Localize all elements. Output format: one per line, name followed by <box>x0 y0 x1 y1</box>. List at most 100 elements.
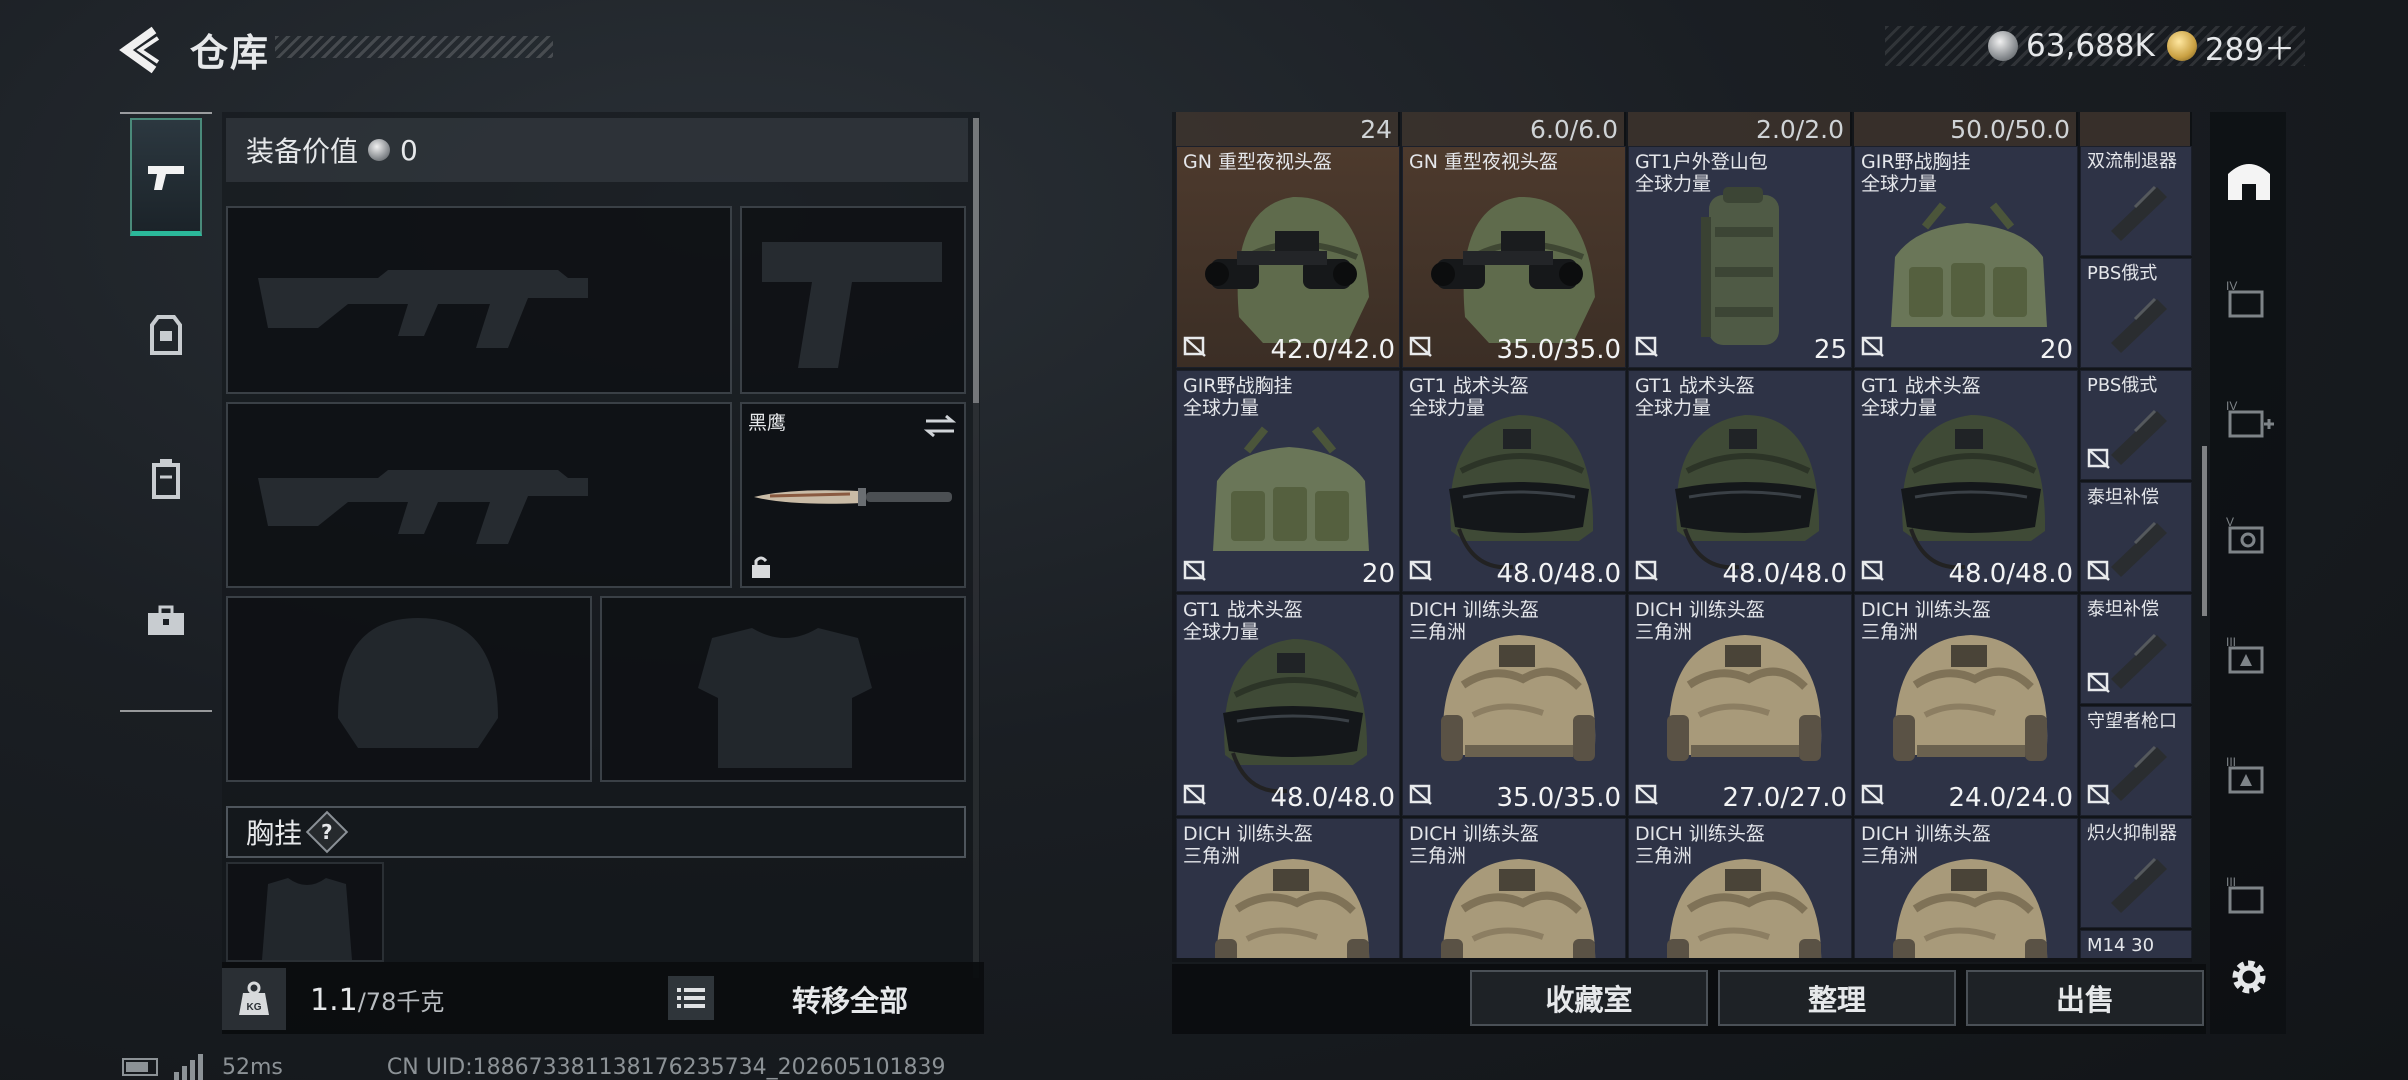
item-durability: 48.0/48.0 <box>1496 559 1621 589</box>
settings-button[interactable] <box>2222 950 2276 1004</box>
inventory-item[interactable]: DICH 训练头盔 三角洲 <box>1854 818 2078 958</box>
partial-item-cell[interactable] <box>2080 112 2192 146</box>
armor-icon <box>150 315 182 355</box>
item-faction: 全球力量 <box>1183 621 1260 643</box>
equipment-value: 装备价值 0 <box>226 118 968 182</box>
item-name: GN 重型夜视头盔 <box>1183 151 1332 173</box>
muzzle-device-icon <box>2081 931 2191 958</box>
item-name: DICH 训练头盔 <box>1409 599 1539 621</box>
tab-gear[interactable] <box>130 276 202 394</box>
inventory-item[interactable]: GIR野战胸挂 全球力量 20 <box>1176 370 1400 592</box>
tab-tools[interactable] <box>130 562 202 680</box>
item-name: GT1 战术头盔 <box>1635 375 1755 397</box>
partial-item-cell[interactable]: 24 <box>1176 112 1400 146</box>
medical-case-icon: IV <box>2226 399 2274 438</box>
no-insure-icon <box>1409 783 1435 809</box>
attachment-item[interactable]: PBS俄式 <box>2080 370 2192 480</box>
storage-box-3c-icon[interactable]: III <box>2222 868 2276 922</box>
vest-silhouette-icon <box>698 628 872 768</box>
storage-ammo-icon[interactable]: V <box>2222 508 2276 562</box>
inventory-item[interactable]: GT1 战术头盔 全球力量 48.0/48.0 <box>1628 370 1852 592</box>
gold-currency[interactable]: 289＋ <box>2166 24 2295 69</box>
pistol-slot[interactable] <box>740 206 966 394</box>
sort-button[interactable]: 整理 <box>1718 970 1956 1026</box>
tab-supplies[interactable] <box>130 420 202 538</box>
collection-room-button[interactable]: 收藏室 <box>1470 970 1708 1026</box>
inventory-item[interactable]: GN 重型夜视头盔 42.0/42.0 <box>1176 146 1400 368</box>
sell-button[interactable]: 出售 <box>1966 970 2204 1026</box>
attachment-item[interactable]: M14 30 <box>2080 930 2192 958</box>
inventory-item[interactable]: DICH 训练头盔 三角洲 35.0/35.0 <box>1402 594 1626 816</box>
item-name: GN 重型夜视头盔 <box>1409 151 1558 173</box>
no-insure-icon <box>1183 335 1209 361</box>
armor-slot[interactable] <box>600 596 966 782</box>
help-icon: ? <box>321 819 333 844</box>
no-insure-icon <box>2087 671 2113 697</box>
list-view-button[interactable] <box>668 976 714 1020</box>
item-faction: 三角洲 <box>1635 621 1693 643</box>
inventory-item[interactable]: DICH 训练头盔 三角洲 <box>1402 818 1626 958</box>
primary-weapon-slot[interactable] <box>226 206 732 394</box>
tab-divider <box>120 710 212 712</box>
item-faction: 全球力量 <box>1183 397 1260 419</box>
attachment-item[interactable]: 泰坦补偿 <box>2080 594 2192 704</box>
attachment-item[interactable]: 炽火抑制器 <box>2080 818 2192 928</box>
tab-weapons[interactable] <box>130 118 202 236</box>
inventory-item[interactable]: GIR野战胸挂 全球力量 20 <box>1854 146 2078 368</box>
back-button[interactable] <box>118 24 166 76</box>
chest-rig-slot[interactable] <box>226 862 384 962</box>
partial-item-cell[interactable]: 50.0/50.0 <box>1854 112 2078 146</box>
scrollbar-thumb[interactable] <box>973 118 979 403</box>
rifle-silhouette-icon <box>258 270 588 348</box>
attachment-item[interactable]: 守望者枪口 <box>2080 706 2192 816</box>
partial-item-cell[interactable]: 2.0/2.0 <box>1628 112 1852 146</box>
inventory-item[interactable]: GT1户外登山包 全球力量 25 <box>1628 146 1852 368</box>
inventory-item[interactable]: GT1 战术头盔 全球力量 48.0/48.0 <box>1176 594 1400 816</box>
chest-rig-label: 胸挂 <box>246 817 303 850</box>
inventory-item[interactable]: DICH 训练头盔 三角洲 <box>1628 818 1852 958</box>
partial-item-cell[interactable]: 6.0/6.0 <box>1402 112 1626 146</box>
inventory-item[interactable]: DICH 训练头盔 三角洲 27.0/27.0 <box>1628 594 1852 816</box>
item-faction: 全球力量 <box>1861 397 1938 419</box>
silver-amount: 63,688K <box>2026 28 2155 64</box>
battery-icon <box>122 1058 158 1076</box>
secondary-weapon-slot[interactable] <box>226 402 732 588</box>
gold-amount: 289＋ <box>2204 31 2295 68</box>
ping-readout: 52ms <box>222 1054 283 1080</box>
page-title: 仓库 <box>190 31 271 75</box>
rig-silhouette-icon <box>262 878 352 960</box>
attachment-item[interactable]: 双流制退器 <box>2080 146 2192 256</box>
no-insure-icon <box>1635 335 1661 361</box>
inventory-item[interactable]: DICH 训练头盔 三角洲 <box>1176 818 1400 958</box>
item-durability: 27.0/27.0 <box>1722 783 1847 813</box>
help-button[interactable]: ? <box>305 810 349 854</box>
storage-medical-icon[interactable]: IV <box>2222 392 2276 446</box>
transfer-all-button[interactable]: 转移全部 <box>730 968 970 1030</box>
weight-icon-button[interactable]: KG <box>222 968 286 1030</box>
silver-currency[interactable]: 63,688K <box>1988 28 2155 64</box>
storage-box-3a-icon[interactable]: III <box>2222 628 2276 682</box>
attachment-item[interactable]: 泰坦补偿 <box>2080 482 2192 592</box>
item-faction: 三角洲 <box>1635 845 1693 867</box>
kg-text: KG <box>247 1002 262 1013</box>
item-durability: 48.0/48.0 <box>1270 783 1395 813</box>
inventory-item[interactable]: GN 重型夜视头盔 35.0/35.0 <box>1402 146 1626 368</box>
melee-slot[interactable]: 黑鹰 <box>740 402 966 588</box>
storage-box-4-icon[interactable]: IV <box>2222 272 2276 326</box>
inventory-item[interactable]: GT1 战术头盔 全球力量 48.0/48.0 <box>1402 370 1626 592</box>
helmet-slot[interactable] <box>226 596 592 782</box>
storage-main-icon[interactable] <box>2222 152 2276 206</box>
lock-icon <box>752 556 770 578</box>
item-name: GT1户外登山包 <box>1635 151 1768 173</box>
inventory-item[interactable]: GT1 战术头盔 全球力量 48.0/48.0 <box>1854 370 2078 592</box>
gear-icon <box>2232 960 2266 994</box>
storage-case-icon: III <box>2226 875 2264 914</box>
attachment-item[interactable]: PBS俄式 <box>2080 258 2192 368</box>
swap-icon[interactable] <box>922 412 958 440</box>
inventory-item[interactable]: DICH 训练头盔 三角洲 24.0/24.0 <box>1854 594 2078 816</box>
item-durability: 24.0/24.0 <box>1948 783 2073 813</box>
helmet-silhouette-icon <box>338 618 498 748</box>
storage-box-3b-icon[interactable]: III <box>2222 748 2276 802</box>
inventory-scrollbar[interactable] <box>2202 446 2207 616</box>
toolbox-icon <box>148 605 184 635</box>
